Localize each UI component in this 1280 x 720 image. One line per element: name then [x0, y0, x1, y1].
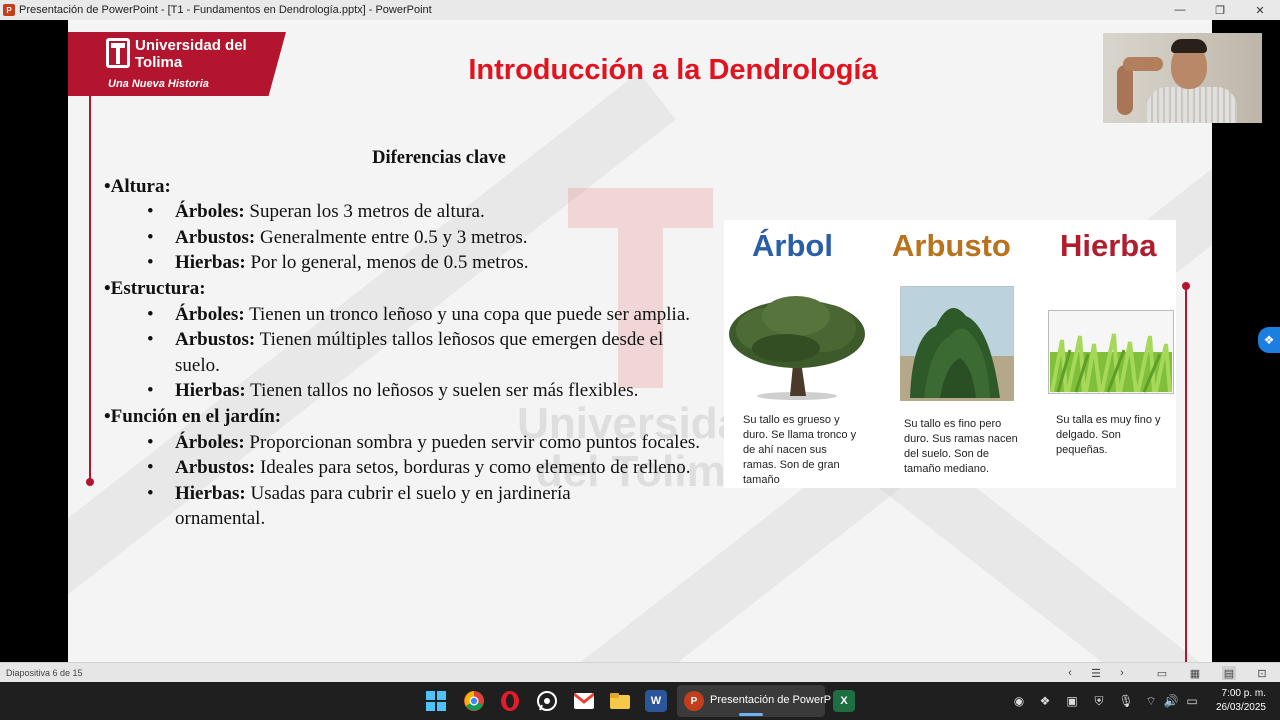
decorative-dot-right [1182, 282, 1190, 290]
active-indicator [739, 713, 763, 716]
opera-icon[interactable] [499, 690, 521, 712]
reading-view-icon[interactable]: ▤ [1222, 666, 1236, 680]
dropbox-tray-icon[interactable]: ❖ [1037, 693, 1053, 709]
list-item: Árboles: Superan los 3 metros de altura. [104, 199, 714, 225]
caption-hierba: Su talla es muy fino y delgado. Son pequ… [1056, 414, 1161, 456]
windows-start-icon[interactable] [425, 690, 447, 712]
logo-tagline: Una Nueva Historia [108, 78, 209, 90]
microphone-icon[interactable]: 🎙 [1118, 693, 1134, 709]
slide-body-text: Diferencias clave •Altura: Árboles: Supe… [104, 146, 714, 532]
powerpoint-icon: P [684, 691, 704, 711]
university-t-logo-icon [106, 38, 130, 68]
list-item: Hierbas: Tienen tallos no leñosos y suel… [104, 378, 714, 404]
slideshow-icon[interactable]: ⊡ [1255, 666, 1269, 680]
battery-icon[interactable]: ▭ [1184, 693, 1200, 709]
slide-title: Introducción a la Dendrología [468, 54, 878, 86]
university-logo: Universidad del Tolima Una Nueva Histori… [68, 32, 286, 96]
section-title: •Estructura: [104, 277, 206, 299]
volume-icon[interactable]: 🔊 [1163, 693, 1179, 709]
antivirus-icon[interactable]: ◉ [1011, 693, 1027, 709]
caption-arbol: Su tallo es grueso y duro. Se llama tron… [743, 414, 857, 486]
security-shield-icon[interactable]: ⛨ [1091, 693, 1107, 709]
plant-comparison-image: Árbol Arbusto Hierba Su tallo es grueso … [724, 220, 1176, 488]
list-item: Hierbas: Usadas para cubrir el suelo y e… [104, 481, 714, 532]
taskbar-powerpoint-button[interactable]: P Presentación de PowerP [677, 685, 831, 717]
chrome-icon[interactable] [463, 690, 485, 712]
slide-sorter-icon[interactable]: ▦ [1188, 666, 1202, 680]
slide-menu-icon[interactable]: ☰ [1089, 666, 1103, 680]
tray-app-icon[interactable]: ▣ [1064, 693, 1080, 709]
list-item: Árboles: Proporcionan sombra y pueden se… [104, 430, 714, 456]
list-item: Arbustos: Generalmente entre 0.5 y 3 met… [104, 225, 714, 251]
section-title: •Función en el jardín: [104, 405, 282, 427]
label-hierba: Hierba [1060, 228, 1157, 263]
decorative-dot-left [86, 478, 94, 486]
file-explorer-icon[interactable] [609, 690, 631, 712]
content-heading: Diferencias clave [372, 148, 506, 168]
clock-date: 26/03/2025 [1215, 702, 1266, 713]
next-slide-icon[interactable]: › [1115, 666, 1129, 680]
powerpoint-app-icon: P [3, 4, 15, 16]
window-titlebar: P Presentación de PowerPoint - [T1 - Fun… [0, 0, 1280, 20]
gmail-icon[interactable] [573, 690, 595, 712]
slide-canvas: Universidad del Tolima Universidad del T… [68, 20, 1212, 662]
excel-icon[interactable]: X [833, 690, 855, 712]
list-item: Arbustos: Tienen múltiples tallos leñoso… [104, 327, 714, 378]
grass-illustration [1048, 310, 1174, 394]
previous-slide-icon[interactable]: ‹ [1063, 666, 1077, 680]
whatsapp-icon[interactable] [536, 690, 558, 712]
logo-name: Universidad del Tolima [135, 37, 247, 71]
list-item: Árboles: Tienen un tronco leñoso y una c… [104, 302, 714, 328]
close-button[interactable]: ✕ [1240, 0, 1280, 20]
shrub-illustration [900, 286, 1014, 401]
word-icon[interactable]: W [645, 690, 667, 712]
list-item: Arbustos: Ideales para setos, borduras y… [104, 455, 714, 481]
status-bar: Diapositiva 6 de 15 ‹ ☰ › ▭ ▦ ▤ ⊡ [0, 662, 1280, 682]
caption-arbusto: Su tallo es fino pero duro. Sus ramas na… [904, 418, 1018, 475]
window-title: Presentación de PowerPoint - [T1 - Funda… [19, 4, 432, 16]
network-icon[interactable]: ⌔ [1143, 693, 1159, 709]
label-arbol: Árbol [752, 228, 833, 263]
window-controls: — ❐ ✕ [1160, 0, 1280, 20]
windows-taskbar: W P Presentación de PowerP X ◉ ❖ ▣ ⛨ 🎙 ⌔… [0, 682, 1280, 720]
label-arbusto: Arbusto [892, 228, 1011, 263]
slide-number: Diapositiva 6 de 15 [6, 667, 83, 678]
system-clock[interactable]: 7:00 p. m. 26/03/2025 [1206, 687, 1266, 715]
dropbox-icon[interactable]: ❖ [1258, 327, 1280, 353]
list-item: Hierbas: Por lo general, menos de 0.5 me… [104, 250, 714, 276]
maximize-button[interactable]: ❐ [1200, 0, 1240, 20]
normal-view-icon[interactable]: ▭ [1155, 666, 1169, 680]
webcam-video-overlay [1103, 33, 1262, 123]
tree-illustration [729, 296, 865, 400]
clock-time: 7:00 p. m. [1221, 688, 1266, 699]
minimize-button[interactable]: — [1160, 0, 1200, 20]
decorative-line-left [89, 96, 91, 482]
section-title: •Altura: [104, 175, 171, 197]
decorative-line-right [1185, 286, 1187, 662]
taskbar-powerpoint-label: Presentación de PowerP [710, 694, 832, 706]
